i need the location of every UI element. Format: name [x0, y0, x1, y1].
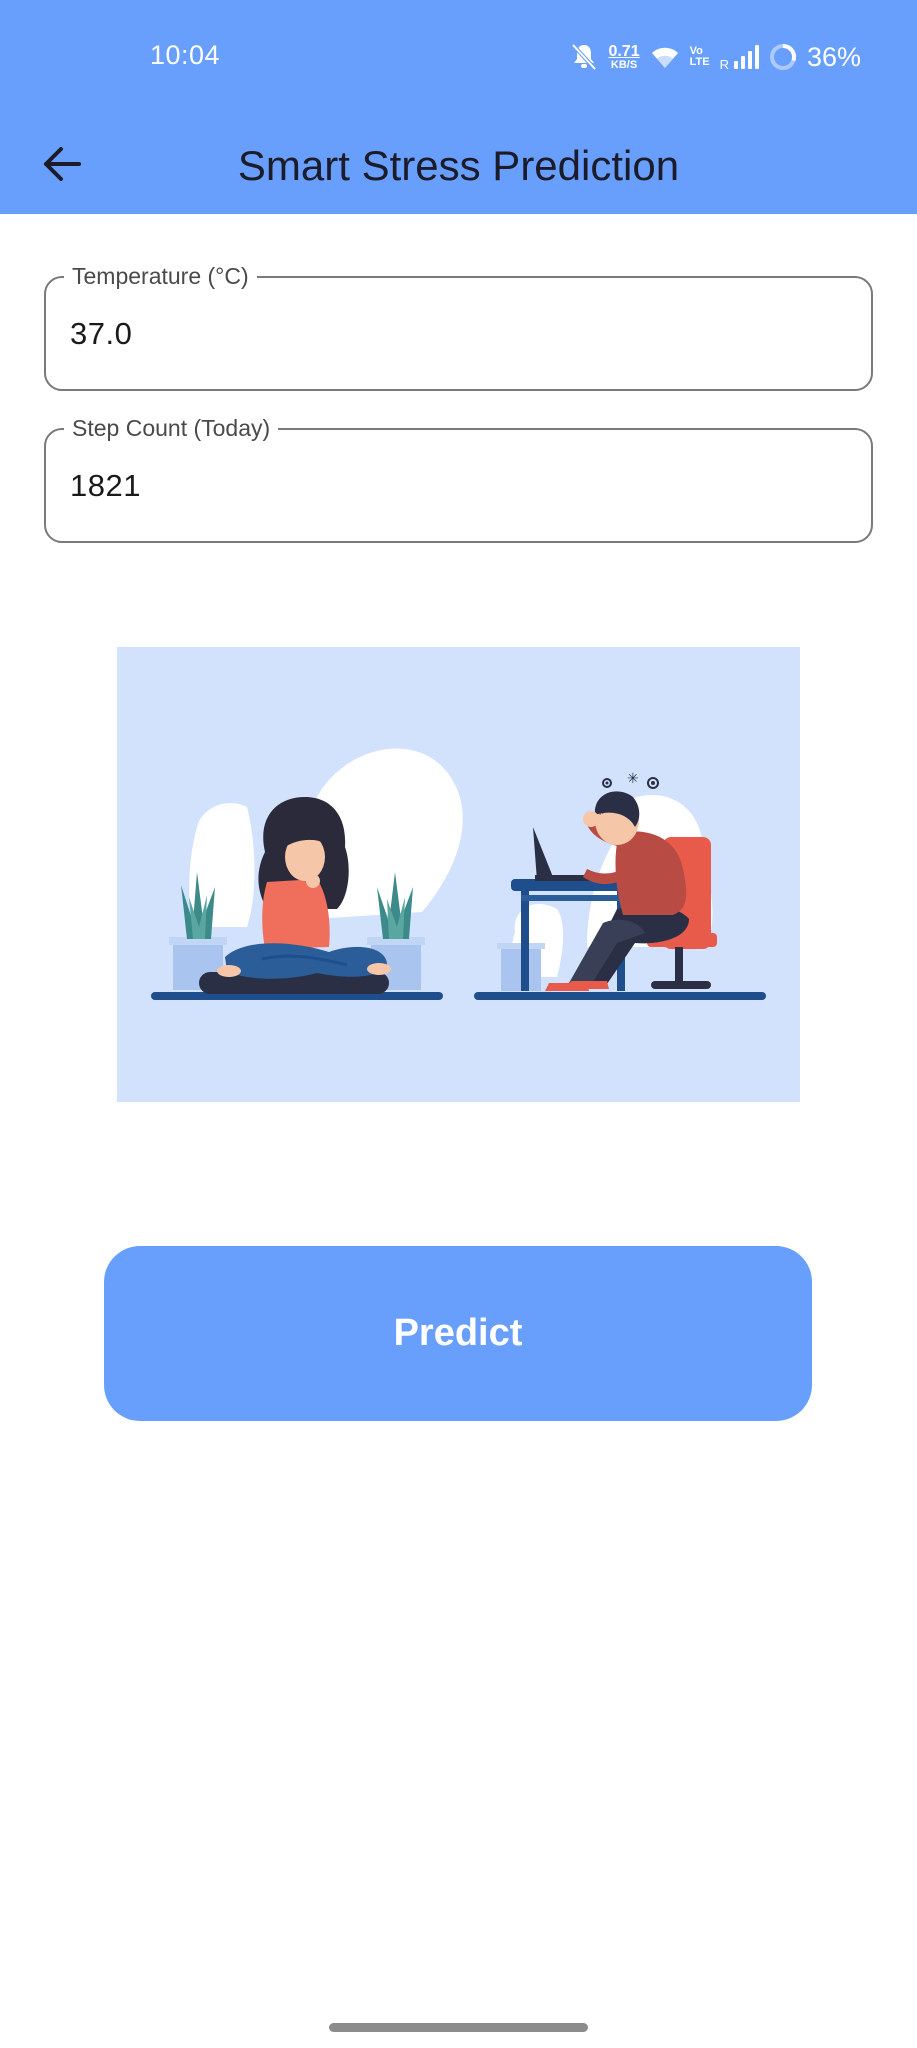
- net-speed-unit: KB/S: [610, 58, 638, 71]
- home-indicator[interactable]: [329, 2023, 588, 2032]
- page-title: Smart Stress Prediction: [237, 142, 680, 189]
- svg-text:✳: ✳: [595, 804, 605, 818]
- status-bar: 10:04 0.71 KB/S Vo LTE R 36%: [0, 0, 917, 118]
- predict-button[interactable]: Predict: [104, 1246, 812, 1421]
- battery-percent: 36%: [806, 41, 861, 72]
- step-count-field[interactable]: Step Count (Today): [44, 414, 873, 543]
- volte-bottom: LTE: [689, 56, 710, 68]
- temperature-input[interactable]: [70, 304, 830, 364]
- svg-text:✳: ✳: [627, 771, 639, 787]
- wifi-icon: [650, 44, 680, 70]
- net-speed-readout: 0.71 KB/S: [608, 42, 640, 71]
- app-bar: Smart Stress Prediction: [0, 118, 917, 214]
- battery-ring-icon: [769, 43, 797, 71]
- net-speed-value: 0.71: [608, 42, 640, 60]
- relaxed-vs-stressed-illustration: ✳ ✳: [117, 647, 800, 1102]
- app-header: 10:04 0.71 KB/S Vo LTE R 36% Smart Stres…: [0, 0, 917, 214]
- step-count-input[interactable]: [70, 456, 830, 516]
- roaming-indicator: R: [719, 57, 729, 72]
- status-time: 10:04: [150, 40, 221, 70]
- step-count-label: Step Count (Today): [64, 414, 279, 442]
- status-icons: 0.71 KB/S Vo LTE R 36%: [570, 40, 861, 74]
- signal-bars-icon: [733, 45, 759, 69]
- temperature-label: Temperature (°C): [64, 262, 257, 290]
- arrow-left-icon: [42, 146, 82, 187]
- back-button[interactable]: [30, 134, 94, 198]
- temperature-field[interactable]: Temperature (°C): [44, 262, 873, 391]
- bell-muted-icon: [570, 42, 598, 72]
- volte-indicator: Vo LTE: [690, 46, 710, 68]
